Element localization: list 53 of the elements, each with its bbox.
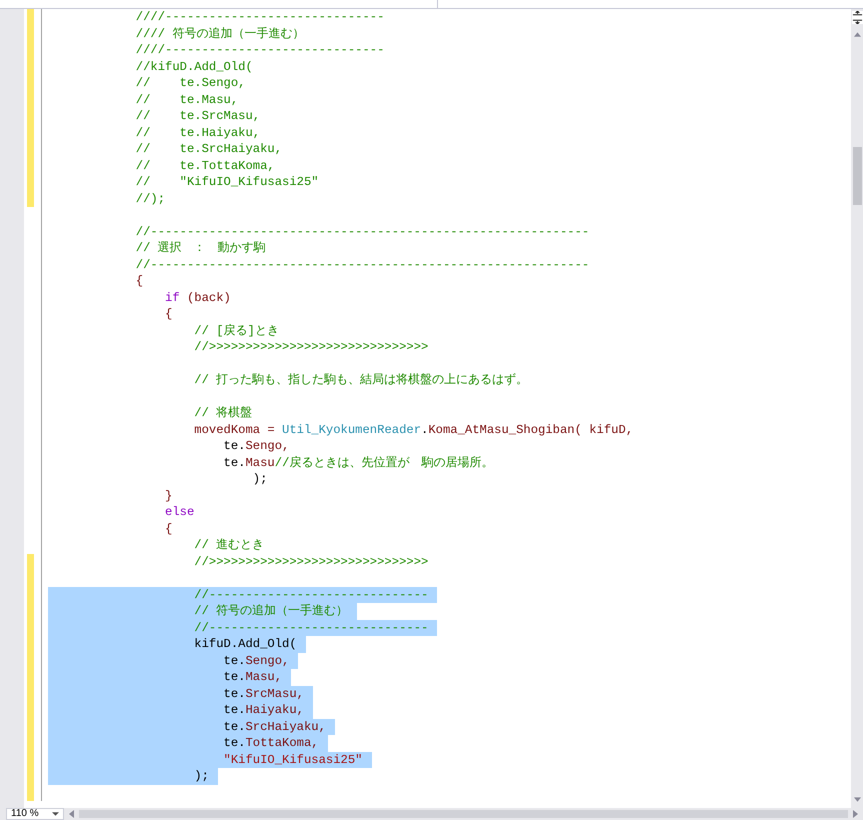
code-line: //------------------------------ xyxy=(194,586,428,603)
code-line: // 選択 ： 動かす駒 xyxy=(136,240,266,256)
code-line: ); xyxy=(194,768,209,784)
code-line: // 進むとき xyxy=(194,537,264,554)
code-line: //); xyxy=(136,190,166,207)
code-line: // te.Masu, xyxy=(136,92,238,108)
code-line: ////------------------------------ xyxy=(136,42,384,58)
scroll-up-icon[interactable] xyxy=(854,32,860,37)
code-line: te.SrcMasu, xyxy=(224,686,304,702)
code-line: // 将棋盤 xyxy=(194,405,252,422)
code-line: //kifuD.Add_Old( xyxy=(136,58,253,75)
code-line: //------------------------------------------------------------ xyxy=(136,224,590,240)
code-line: // 符号の追加（一手進む） xyxy=(194,603,348,620)
scroll-right-icon[interactable] xyxy=(853,810,858,818)
code-line: // 打った駒も、指した駒も、結局は将棋盤の上にあるはず。 xyxy=(194,372,528,388)
code-line: te.Masu//戻るときは、先位置が 駒の居場所。 xyxy=(224,454,494,471)
code-line: // te.SrcHaiyaku, xyxy=(136,141,282,158)
code-line: if (back) xyxy=(165,290,231,306)
code-line: // te.TottaKoma, xyxy=(136,158,275,174)
code-line: // [戻る]とき xyxy=(194,322,279,339)
zoom-dropdown[interactable]: 110 % xyxy=(6,808,64,820)
caret-icon xyxy=(52,812,59,816)
code-line: te.Masu, xyxy=(224,669,282,686)
vertical-scrollbar[interactable] xyxy=(851,9,863,808)
code-line: //>>>>>>>>>>>>>>>>>>>>>>>>>>>>>> xyxy=(194,554,428,570)
code-line: te.Haiyaku, xyxy=(224,702,304,718)
code-line: //>>>>>>>>>>>>>>>>>>>>>>>>>>>>>> xyxy=(194,339,428,356)
code-line: te.Sengo, xyxy=(224,438,290,454)
scroll-down-icon[interactable] xyxy=(854,797,860,802)
code-line: //------------------------------ xyxy=(194,620,428,636)
code-line: te.Sengo, xyxy=(224,652,290,669)
code-line: //// 符号の追加（一手進む） xyxy=(136,26,304,42)
scroll-left-icon[interactable] xyxy=(69,810,74,818)
code-line: kifuD.Add_Old( xyxy=(194,636,297,652)
code-line: te.TottaKoma, xyxy=(224,735,319,752)
code-line: "KifuIO_Kifusasi25" xyxy=(224,752,362,768)
code-line: { xyxy=(165,520,172,537)
code-line: //------------------------------------------------------------ xyxy=(136,256,590,273)
code-line: ////------------------------------ xyxy=(136,9,384,26)
code-line: ); xyxy=(252,471,268,488)
code-line: { xyxy=(165,306,172,322)
scroll-thumb[interactable] xyxy=(852,147,862,205)
code-line: te.SrcHaiyaku, xyxy=(224,718,326,735)
code-line: // te.SrcMasu, xyxy=(136,108,260,124)
code-line: } xyxy=(165,488,172,504)
code-line: { xyxy=(136,273,144,290)
code-line: movedKoma = Util_KyokumenReader.Koma_AtMasu_Shogiban( kifuD, xyxy=(194,422,634,438)
code-line: else xyxy=(165,504,194,520)
split-icon[interactable] xyxy=(852,11,862,24)
code-line: // "KifuIO_Kifusasi25" xyxy=(136,174,319,190)
horizontal-scrollbar[interactable] xyxy=(79,810,848,818)
code-line: // te.Haiyaku, xyxy=(136,124,260,141)
code-line: // te.Sengo, xyxy=(136,75,246,92)
